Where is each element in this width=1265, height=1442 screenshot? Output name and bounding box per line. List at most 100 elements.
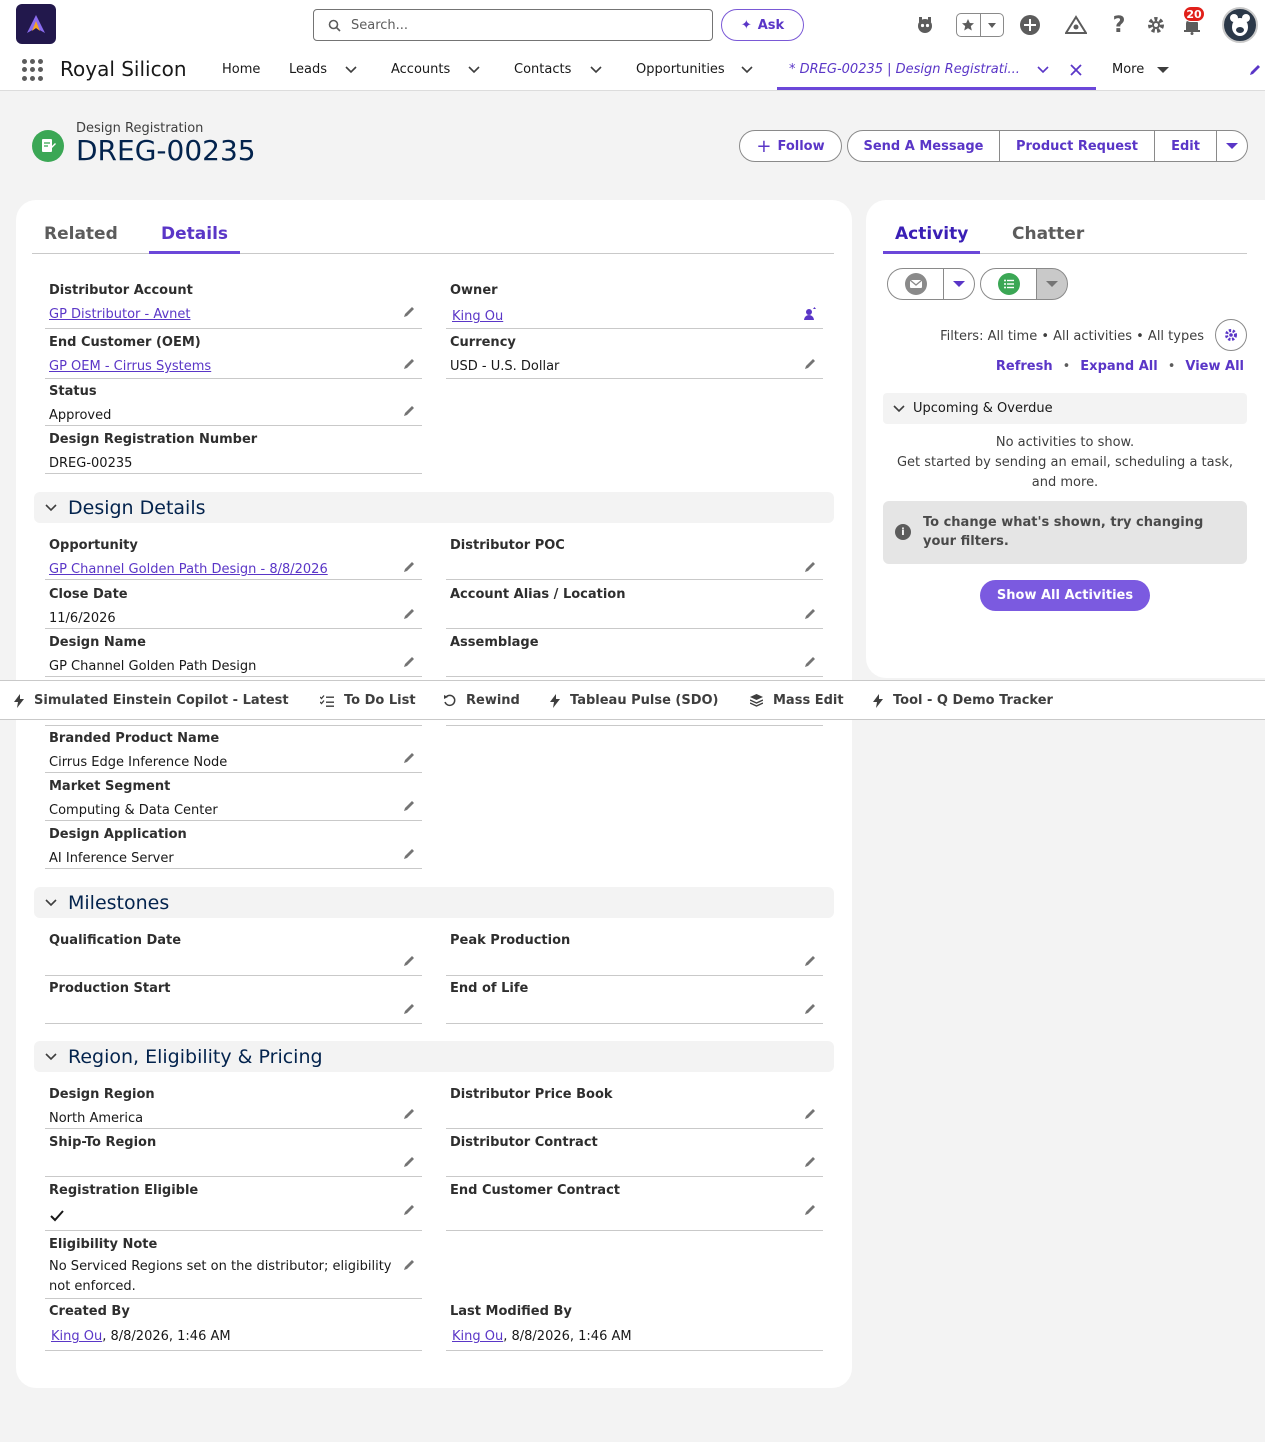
- task-dropdown-icon[interactable]: [1036, 268, 1068, 300]
- close-tab-icon[interactable]: [1069, 63, 1083, 77]
- tab-related[interactable]: Related: [32, 220, 130, 254]
- edit-pencil-icon[interactable]: [803, 655, 817, 669]
- ask-button[interactable]: ✦ Ask: [721, 9, 804, 41]
- field-value: Computing & Data Center: [49, 803, 218, 818]
- opportunities-dropdown-chevron-icon[interactable]: [740, 63, 754, 77]
- distributor-account-link[interactable]: GP Distributor - Avnet: [49, 305, 191, 325]
- expand-all-link[interactable]: Expand All: [1080, 359, 1157, 374]
- section-design-details[interactable]: Design Details: [34, 492, 834, 523]
- leads-dropdown-chevron-icon[interactable]: [344, 63, 358, 77]
- utility-item-mass-edit[interactable]: Mass Edit: [750, 693, 844, 708]
- utility-item-rewind[interactable]: Rewind: [443, 693, 520, 708]
- email-dropdown-icon[interactable]: [943, 268, 975, 300]
- nav-more[interactable]: More: [1112, 62, 1144, 77]
- edit-pencil-icon[interactable]: [402, 847, 416, 861]
- edit-pencil-icon[interactable]: [402, 404, 416, 418]
- utility-item-label: To Do List: [344, 693, 416, 708]
- trailhead-icon[interactable]: [1063, 12, 1089, 38]
- field-owner: Owner King Ou: [446, 283, 823, 329]
- more-actions-dropdown-icon[interactable]: [1216, 130, 1248, 162]
- edit-pencil-icon[interactable]: [402, 357, 416, 371]
- contacts-dropdown-chevron-icon[interactable]: [589, 63, 603, 77]
- field-label: Eligibility Note: [49, 1237, 158, 1252]
- utility-item-to-do-list[interactable]: To Do List: [320, 693, 416, 708]
- edit-pencil-icon[interactable]: [402, 1002, 416, 1016]
- field-account-alias: Account Alias / Location: [446, 587, 823, 629]
- product-request-button[interactable]: Product Request: [999, 130, 1155, 162]
- app-logo[interactable]: [16, 4, 56, 44]
- utility-bar: Simulated Einstein Copilot - Latest To D…: [0, 680, 1265, 720]
- edit-pencil-icon[interactable]: [402, 1258, 416, 1272]
- field-eligibility-note: Eligibility Note No Serviced Regions set…: [45, 1237, 422, 1299]
- edit-pencil-icon[interactable]: [402, 305, 416, 319]
- nav-item-accounts[interactable]: Accounts: [391, 62, 450, 77]
- edit-pencil-icon[interactable]: [402, 1203, 416, 1217]
- section-milestones[interactable]: Milestones: [34, 887, 834, 918]
- section-region-eligibility-pricing[interactable]: Region, Eligibility & Pricing: [34, 1041, 834, 1072]
- edit-pencil-icon[interactable]: [402, 607, 416, 621]
- favorite-star-icon[interactable]: [957, 14, 980, 36]
- field-distributor-contract: Distributor Contract: [446, 1135, 823, 1177]
- tab-dreg-00235[interactable]: * DREG-00235 | Design Registrati...: [777, 50, 1096, 90]
- edit-pencil-icon[interactable]: [402, 954, 416, 968]
- edit-pencil-icon[interactable]: [803, 560, 817, 574]
- add-icon[interactable]: [1017, 12, 1043, 38]
- user-avatar[interactable]: [1222, 7, 1258, 43]
- edit-pencil-icon[interactable]: [803, 1002, 817, 1016]
- edit-pencil-icon[interactable]: [402, 1107, 416, 1121]
- edit-pencil-icon[interactable]: [402, 560, 416, 574]
- end-customer-link[interactable]: GP OEM - Cirrus Systems: [49, 357, 211, 377]
- agent-icon[interactable]: [912, 12, 938, 38]
- edit-pencil-icon[interactable]: [803, 954, 817, 968]
- tab-dropdown-chevron-icon[interactable]: [1036, 63, 1050, 77]
- opportunity-link[interactable]: GP Channel Golden Path Design - 8/8/2026: [49, 560, 328, 580]
- show-all-activities-button[interactable]: Show All Activities: [980, 580, 1150, 611]
- edit-pencil-icon[interactable]: [803, 1203, 817, 1217]
- upcoming-overdue-section[interactable]: Upcoming & Overdue: [883, 393, 1247, 424]
- refresh-link[interactable]: Refresh: [996, 359, 1053, 374]
- edit-pencil-icon[interactable]: [803, 1107, 817, 1121]
- help-icon[interactable]: ?: [1106, 12, 1132, 38]
- send-message-button[interactable]: Send A Message: [847, 130, 1000, 162]
- edit-pencil-icon[interactable]: [402, 655, 416, 669]
- activity-settings-gear-icon[interactable]: [1215, 319, 1247, 351]
- owner-link[interactable]: King Ou: [452, 307, 503, 327]
- edit-pencil-icon[interactable]: [402, 1155, 416, 1169]
- nav-item-contacts[interactable]: Contacts: [514, 62, 571, 77]
- field-label: Distributor Account: [49, 283, 193, 298]
- view-all-link[interactable]: View All: [1185, 359, 1244, 374]
- change-owner-icon[interactable]: [803, 307, 817, 321]
- field-value: AI Inference Server: [49, 851, 174, 866]
- settings-gear-icon[interactable]: [1143, 12, 1169, 38]
- edit-pencil-icon[interactable]: [803, 357, 817, 371]
- created-by-user-link[interactable]: King Ou: [51, 1329, 102, 1344]
- field-design-application: Design Application AI Inference Server: [45, 827, 422, 869]
- utility-item-tableau-pulse[interactable]: Tableau Pulse (SDO): [550, 693, 719, 708]
- accounts-dropdown-chevron-icon[interactable]: [467, 63, 481, 77]
- edit-pencil-icon[interactable]: [402, 751, 416, 765]
- follow-button[interactable]: + Follow: [739, 130, 842, 162]
- field-label: Design Name: [49, 635, 146, 650]
- nav-item-opportunities[interactable]: Opportunities: [636, 62, 725, 77]
- tab-details[interactable]: Details: [149, 220, 241, 254]
- notification-count-badge: 20: [1183, 6, 1205, 22]
- utility-item-einstein-copilot[interactable]: Simulated Einstein Copilot - Latest: [14, 693, 289, 708]
- app-launcher-icon[interactable]: [22, 59, 44, 81]
- edit-pencil-icon[interactable]: [803, 1155, 817, 1169]
- email-action-button[interactable]: [887, 268, 944, 300]
- tab-activity[interactable]: Activity: [883, 220, 981, 254]
- edit-nav-pencil-icon[interactable]: [1248, 63, 1262, 77]
- more-dropdown-icon[interactable]: [1156, 63, 1170, 77]
- modified-by-user-link[interactable]: King Ou: [452, 1329, 503, 1344]
- utility-item-q-demo-tracker[interactable]: Tool - Q Demo Tracker: [873, 693, 1053, 708]
- edit-pencil-icon[interactable]: [803, 607, 817, 621]
- favorites-dropdown-icon[interactable]: [979, 14, 1003, 36]
- tab-chatter[interactable]: Chatter: [1000, 220, 1096, 254]
- field-label: Distributor Price Book: [450, 1087, 613, 1102]
- edit-button[interactable]: Edit: [1154, 130, 1217, 162]
- edit-pencil-icon[interactable]: [402, 799, 416, 813]
- search-input[interactable]: Search...: [313, 9, 713, 41]
- nav-item-leads[interactable]: Leads: [289, 62, 327, 77]
- nav-item-home[interactable]: Home: [222, 62, 260, 77]
- task-action-button[interactable]: [980, 268, 1037, 300]
